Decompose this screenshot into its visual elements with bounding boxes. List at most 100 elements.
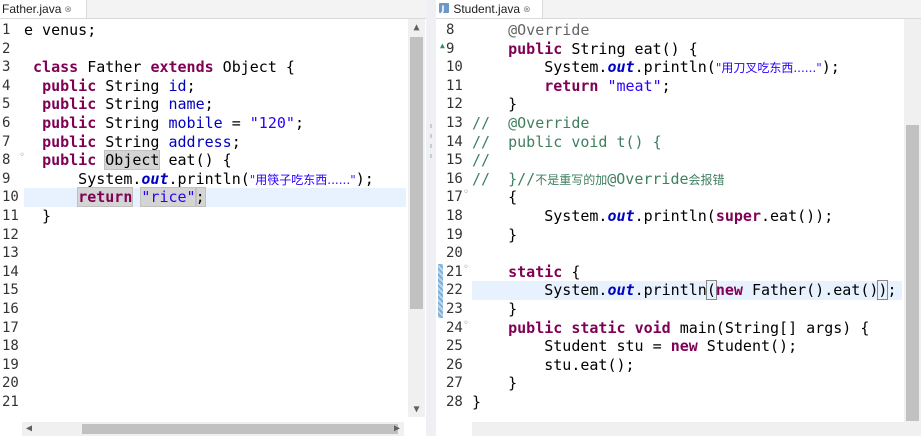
fold-icon[interactable]: ◦ [463, 259, 469, 278]
code-token: System. [472, 207, 608, 225]
code-line[interactable]: 18 System.out.println(super.eat()); [436, 207, 902, 226]
line-number: 21 [2, 394, 19, 410]
code-token: } [472, 300, 518, 318]
scrollbar-thumb[interactable] [906, 125, 919, 421]
code-line[interactable]: 28} [436, 393, 902, 412]
code-line[interactable]: 21 ◦ static { [436, 262, 902, 282]
code-token: 不是重写的加 [535, 172, 608, 187]
vertical-scrollbar[interactable]: ▲ ▼ [408, 19, 425, 417]
line-number: 2 [2, 40, 11, 57]
code-token: // }// [472, 169, 536, 188]
scroll-left-icon[interactable]: ◀ [22, 422, 36, 436]
tab-student-java[interactable]: J Student.java ⊗ [436, 0, 543, 18]
code-token: "用刀叉吃东西......" [715, 61, 822, 76]
code-token: System. [24, 169, 142, 188]
scroll-right-icon[interactable]: ▶ [390, 422, 404, 436]
code-line[interactable]: 26 stu.eat(); [436, 356, 902, 375]
code-line[interactable]: 20 [436, 244, 902, 263]
code-line[interactable]: 21 [0, 393, 406, 412]
code-line[interactable]: 17 [0, 319, 406, 338]
code-token: static [508, 262, 563, 281]
scroll-down-icon[interactable]: ▼ [408, 403, 425, 417]
scrollbar-thumb[interactable] [410, 37, 423, 309]
editor-tab-bar: Father.java ⊗ [0, 0, 426, 19]
code-line[interactable]: 17 ◦ { [436, 187, 902, 207]
vertical-scrollbar[interactable] [904, 19, 921, 422]
code-line[interactable]: 19 } [436, 226, 902, 245]
code-editor[interactable]: 8 @Override 9 public String eat() {10 Sys… [436, 19, 902, 422]
code-line[interactable]: 16 [0, 300, 406, 319]
code-line[interactable]: 18 [0, 337, 406, 356]
code-token: ; [204, 95, 214, 114]
code-line[interactable]: 13 [0, 244, 406, 263]
line-number: 4 [2, 77, 11, 94]
code-text: } [24, 207, 51, 226]
code-token: "120" [249, 114, 295, 132]
code-token: address [168, 132, 232, 151]
code-token: return [544, 76, 599, 95]
code-line[interactable]: 25 Student stu = new Student(); [436, 337, 902, 356]
fold-icon[interactable]: ◦ [463, 184, 469, 203]
code-line[interactable]: 4 public String id; [0, 77, 406, 96]
fold-icon[interactable]: ◦ [463, 315, 469, 334]
code-line[interactable]: 16// }//不是重写的加@Override会报错 [436, 170, 902, 189]
code-text: } [472, 393, 481, 412]
code-line[interactable]: 20 [0, 374, 406, 393]
horizontal-scrollbar[interactable] [472, 422, 921, 436]
tab-father-java[interactable]: Father.java ⊗ [0, 0, 87, 18]
code-line[interactable]: 24 ◦ public static void main(String[] arg… [436, 318, 902, 338]
line-number: 19 [446, 226, 463, 243]
code-line[interactable]: 11 return "meat"; [436, 77, 902, 96]
code-line[interactable]: 5 public String name; [0, 95, 406, 114]
close-icon[interactable]: ⊗ [523, 4, 531, 14]
code-line[interactable]: 1 e venus; [0, 21, 406, 40]
line-number: 14 [446, 133, 463, 150]
code-line[interactable]: 8 @Override [436, 21, 902, 40]
code-line[interactable]: 10 System.out.println("用刀叉吃东西......"); [436, 58, 902, 77]
code-text: class Father extends Object { [24, 58, 295, 77]
horizontal-scrollbar[interactable]: ◀ ▶ [22, 422, 404, 436]
code-text: return "rice"; [24, 187, 206, 208]
code-line[interactable]: 15 [0, 281, 406, 300]
code-line[interactable]: 2 [0, 40, 406, 59]
code-text: Student stu = new Student(); [472, 337, 797, 356]
line-number: 26 [446, 356, 463, 373]
code-line[interactable]: 11 } [0, 207, 406, 226]
close-icon[interactable]: ⊗ [64, 4, 72, 14]
code-token: // [472, 114, 509, 132]
code-editor[interactable]: 1e venus; 2 3 class Father extends Object … [0, 19, 406, 417]
line-number: 27 [446, 375, 463, 392]
code-line[interactable]: 12 } [436, 95, 902, 114]
code-text: e venus; [24, 21, 96, 40]
code-line[interactable]: 6 public String mobile = "120"; [0, 114, 406, 133]
code-token: } [472, 393, 482, 411]
code-line[interactable]: 27 } [436, 374, 902, 393]
line-number: 9 [2, 170, 11, 187]
code-line[interactable]: 13 // @Override [436, 114, 902, 133]
line-number: 8 [446, 22, 455, 38]
code-line[interactable]: 23 } [436, 300, 902, 319]
scroll-up-icon[interactable]: ▲ [408, 21, 425, 35]
code-line[interactable]: 9 System.out.println("用筷子吃东西......"); [0, 170, 406, 189]
code-line[interactable]: 10 return "rice"; [0, 187, 406, 208]
code-line[interactable]: 9 public String eat() { [436, 40, 902, 59]
code-token: new [715, 281, 743, 300]
code-text: public String name; [24, 95, 214, 114]
line-number: 10 [446, 59, 463, 76]
code-line[interactable]: 15 // [436, 151, 902, 170]
scrollbar-thumb[interactable] [82, 424, 398, 434]
code-line[interactable]: 14 [0, 263, 406, 282]
code-line[interactable]: 14 // public void t() { [436, 133, 902, 152]
code-line[interactable]: 12 [0, 226, 406, 245]
student-editor-pane: J Student.java ⊗ ▲ 8 @Override 9 public St… [436, 0, 921, 436]
code-line[interactable]: 3 class Father extends Object { [0, 58, 406, 77]
code-text: public static void main(String[] args) { [472, 319, 869, 338]
code-line[interactable]: 8 ◦ public Object eat() { [0, 150, 406, 171]
pane-splitter[interactable] [426, 0, 436, 436]
code-token: stu.eat(); [472, 355, 635, 374]
code-line[interactable]: 7 public String address; [0, 133, 406, 152]
code-line[interactable]: 22 System.out.println(new Father().eat()… [436, 280, 902, 301]
code-line[interactable]: 19 [0, 356, 406, 375]
